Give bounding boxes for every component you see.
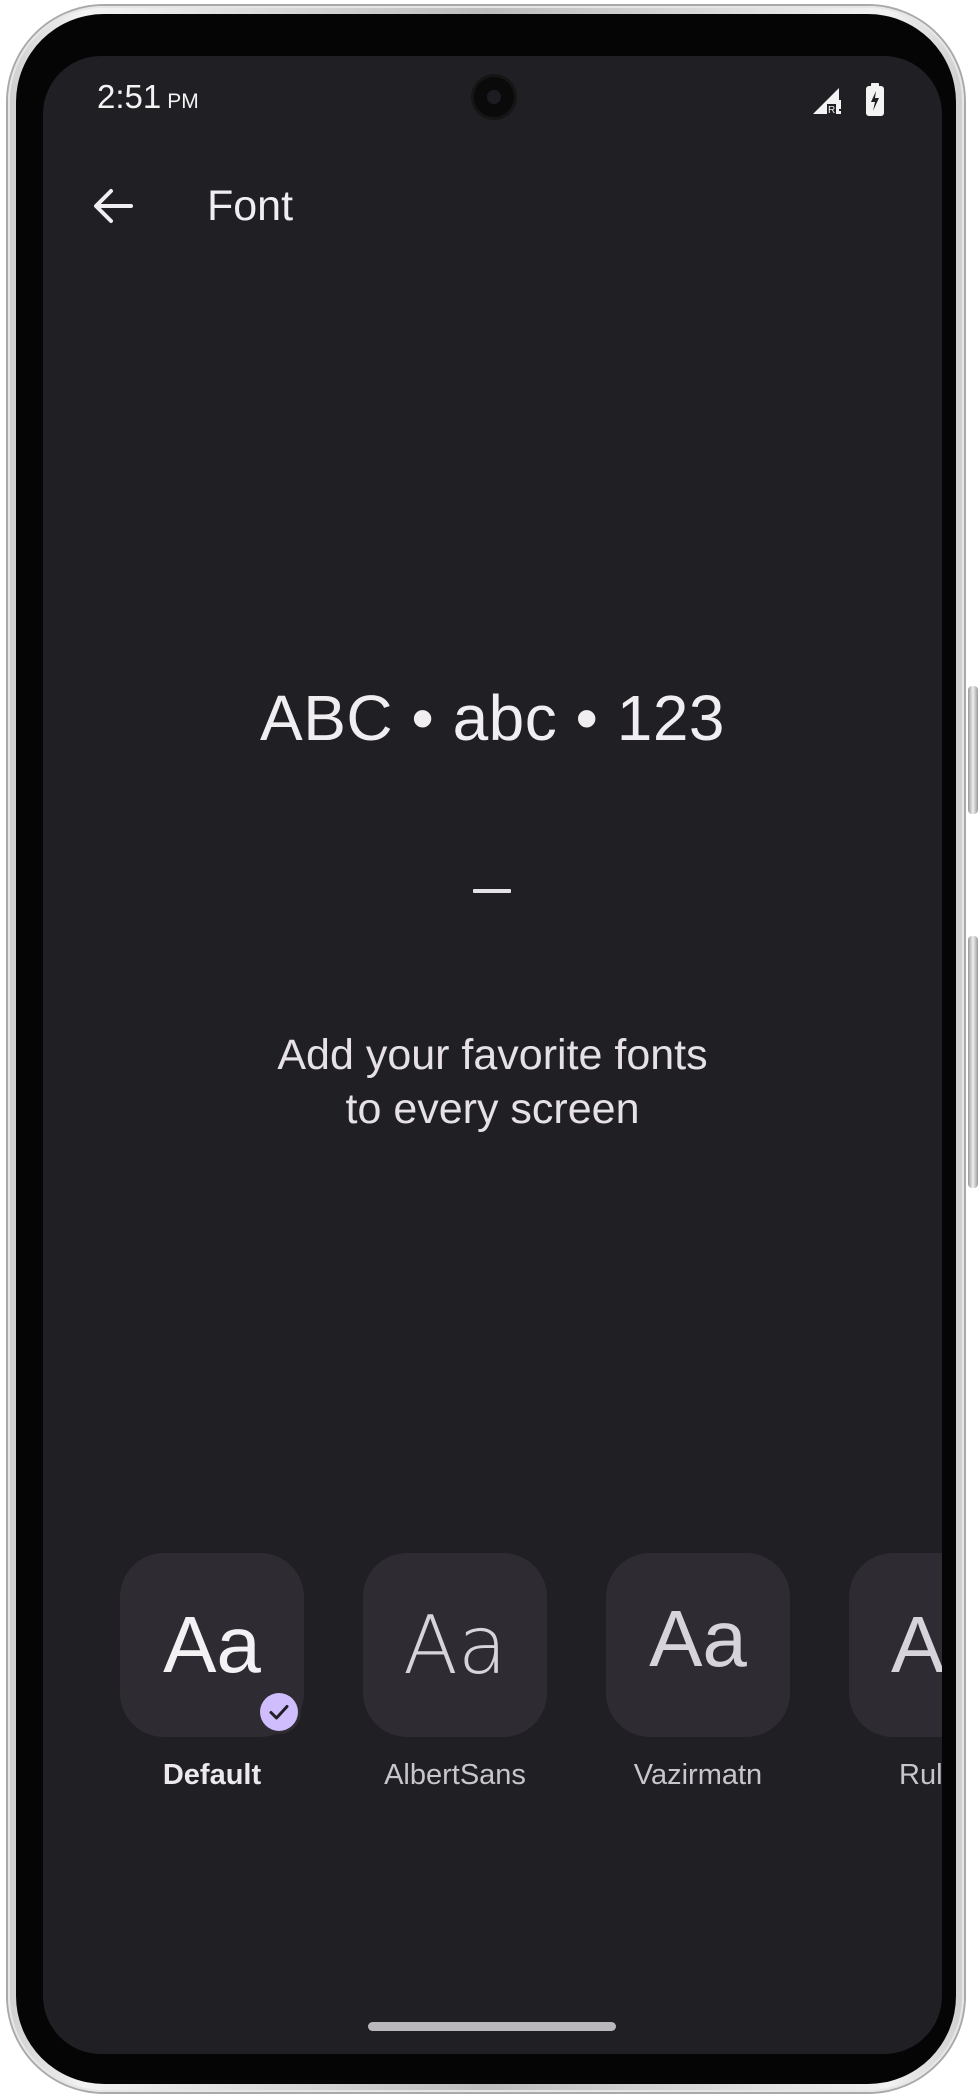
battery-charging-icon	[866, 83, 884, 116]
home-indicator[interactable]	[368, 2022, 616, 2031]
font-sample: A	[891, 1600, 942, 1689]
status-ampm: PM	[167, 90, 199, 113]
power-button	[968, 686, 978, 814]
font-option-vazirmatn[interactable]: Aa Vazirmatn	[606, 1553, 790, 1792]
font-tile[interactable]: Aa	[363, 1553, 547, 1737]
tagline-line-2: to every screen	[345, 1085, 640, 1133]
cell-signal-icon: R	[813, 88, 841, 116]
font-tile[interactable]: A	[849, 1553, 942, 1737]
font-label: AlbertSans	[384, 1759, 526, 1791]
svg-text:R: R	[828, 105, 835, 116]
status-time: 2:51 PM	[97, 78, 199, 116]
screen: 2:51 PM R Font ABC • abc • 123 Add your f…	[43, 56, 942, 2054]
preview-separator	[473, 889, 511, 893]
volume-button	[968, 936, 978, 1188]
tagline-line-1: Add your favorite fonts	[277, 1031, 708, 1079]
font-options-list[interactable]: Aa Default Aa AlbertSans Aa Vazirmatn A …	[43, 1553, 942, 1813]
font-tile[interactable]: Aa	[120, 1553, 304, 1737]
page-title: Font	[207, 182, 294, 230]
preview-tagline: Add your favorite fonts to every screen	[43, 1028, 942, 1136]
font-sample: Aa	[649, 1594, 747, 1683]
font-label: Rul	[899, 1759, 942, 1791]
font-preview-sample: ABC • abc • 123	[260, 682, 725, 754]
font-option-partial[interactable]: A Rul	[849, 1553, 942, 1792]
font-label: Vazirmatn	[633, 1759, 763, 1791]
arrow-back-icon	[94, 189, 133, 223]
font-sample: Aa	[403, 1598, 507, 1692]
font-option-default[interactable]: Aa Default	[120, 1553, 304, 1792]
font-option-albertsans[interactable]: Aa AlbertSans	[363, 1553, 547, 1792]
selected-check-icon	[260, 1693, 298, 1731]
font-label: Default	[162, 1759, 262, 1791]
font-sample: Aa	[163, 1600, 261, 1689]
font-tile[interactable]: Aa	[606, 1553, 790, 1737]
status-time-value: 2:51	[97, 78, 162, 115]
phone-frame: 2:51 PM R Font ABC • abc • 123 Add your f…	[8, 6, 978, 2092]
front-camera	[474, 77, 514, 117]
back-button[interactable]	[83, 176, 143, 236]
